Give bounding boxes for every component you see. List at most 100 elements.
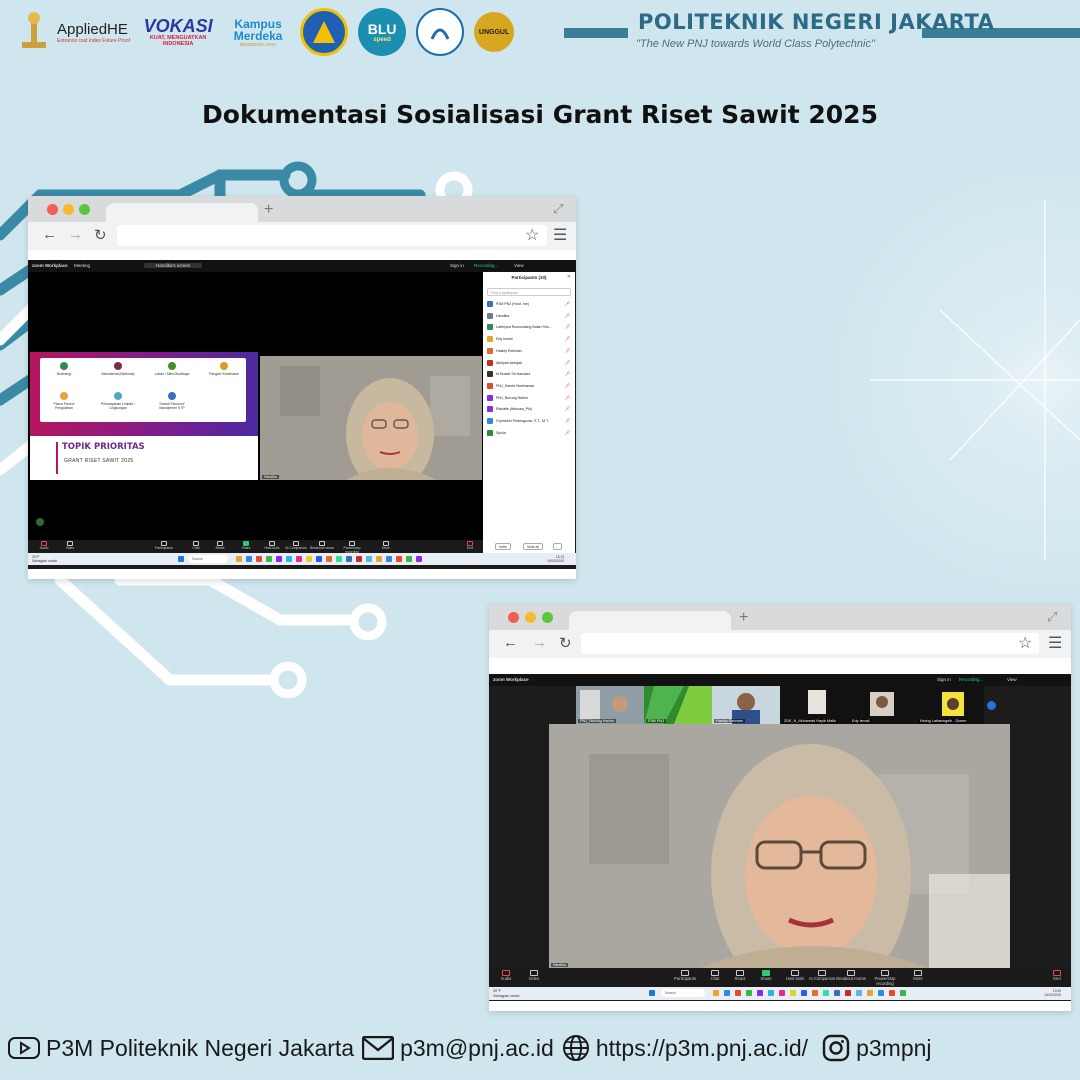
app-icon[interactable] [801,990,807,996]
participant-row[interactable]: Handika 🎤︎ [487,312,571,322]
screen-share-label[interactable]: Handika's screen [144,263,203,268]
toolbar-breakout-rooms-button[interactable]: Breakout rooms [310,541,334,550]
participant-row[interactable]: Edy Ismail 🎤︎ [487,335,571,345]
toolbar-ai-companion-button[interactable]: AI Companion [807,970,837,981]
app-icon[interactable] [376,556,382,562]
reaction-icon[interactable] [36,518,44,526]
muted-mic-icon[interactable]: 🎤︎ [565,405,570,413]
app-icon[interactable] [713,990,719,996]
muted-mic-icon[interactable]: 🎤︎ [565,359,570,367]
app-icon[interactable] [900,990,906,996]
toolbar-share-button[interactable]: Share [234,541,258,550]
muted-mic-icon[interactable]: 🎤︎ [565,394,570,402]
maximize-dot[interactable] [542,612,553,623]
thumbnail-tile[interactable]: Edy Ismail [848,686,916,724]
toolbar-chat-button[interactable]: Chat [184,541,208,550]
app-icon[interactable] [316,556,322,562]
browser-tab[interactable] [106,203,258,222]
app-icon[interactable] [834,990,840,996]
app-icon[interactable] [735,990,741,996]
toolbar-video-button[interactable]: Video [519,970,549,981]
toolbar-breakout-rooms-button[interactable]: Breakout rooms [836,970,866,981]
back-icon[interactable]: ← [503,634,518,651]
youtube-contact[interactable]: P3M Politeknik Negeri Jakarta [8,1035,354,1062]
muted-mic-icon[interactable]: 🎤︎ [565,335,570,343]
thumbnail-tile[interactable]: Hasbiy Rahman [712,686,780,724]
app-icon[interactable] [856,990,862,996]
app-icon[interactable] [790,990,796,996]
new-tab-icon[interactable]: + [739,609,748,627]
recording-status[interactable]: Recording... [959,677,983,682]
toolbar-more-button[interactable]: More [903,970,933,981]
email-contact[interactable]: p3m@pnj.ac.id [362,1035,554,1062]
close-dot[interactable] [47,204,58,215]
app-icon[interactable] [366,556,372,562]
recording-status[interactable]: Recording... [474,263,498,268]
thumbnail-tile[interactable]: Nining Latianingsih - Dosen [916,686,984,724]
taskbar-search[interactable]: Search [661,989,705,997]
more-options-button[interactable]: ... [553,543,562,550]
app-icon[interactable] [823,990,829,996]
app-icon[interactable] [845,990,851,996]
weather-widget[interactable]: 30°F Sebagian cerah [32,555,57,563]
forward-icon[interactable]: → [68,226,83,243]
website-contact[interactable]: https://p3m.pnj.ac.id/ [562,1034,808,1062]
muted-mic-icon[interactable]: 🎤︎ [565,323,570,331]
participant-row[interactable]: Risballe (Ibbusan_Pki) 🎤︎ [487,405,571,415]
sign-in-link[interactable]: Sign in [450,263,464,268]
participant-row[interactable]: Hasbiy Rahman 🎤︎ [487,347,571,357]
muted-mic-icon[interactable]: 🎤︎ [565,382,570,390]
participant-row[interactable]: Sylvia 🎤︎ [487,429,571,439]
bookmark-star-icon[interactable]: ☆ [525,225,539,245]
muted-mic-icon[interactable]: 🎤︎ [565,300,570,308]
taskbar-clock[interactable]: 13:13 04/02/2025 [540,555,564,563]
app-icon[interactable] [889,990,895,996]
participant-row[interactable]: Akbiyah Akbiyah 🎤︎ [487,359,571,369]
new-tab-icon[interactable]: + [264,201,273,219]
app-icon[interactable] [286,556,292,562]
app-icon[interactable] [326,556,332,562]
app-icon[interactable] [878,990,884,996]
reload-icon[interactable]: ↻ [94,226,107,244]
toolbar-audio-button[interactable]: Audio [32,541,56,550]
muted-mic-icon[interactable]: 🎤︎ [565,347,570,355]
toolbar-ai-companion-button[interactable]: AI Companion [284,541,308,550]
close-dot[interactable] [508,612,519,623]
toolbar-audio-button[interactable]: Audio [491,970,521,981]
muted-mic-icon[interactable]: 🎤︎ [565,417,570,425]
app-icon[interactable] [336,556,342,562]
app-icon[interactable] [746,990,752,996]
app-icon[interactable] [406,556,412,562]
app-icon[interactable] [346,556,352,562]
sign-in-link[interactable]: Sign in [937,677,951,682]
participant-row[interactable]: PNJ_Nurung Hariho 🎤︎ [487,394,571,404]
muted-mic-icon[interactable]: 🎤︎ [565,429,570,437]
browser-tab[interactable] [569,611,731,630]
start-icon[interactable] [649,990,655,996]
participant-row[interactable]: M Kuade Sri Handani 🎤︎ [487,370,571,380]
minimize-dot[interactable] [63,204,74,215]
app-icon[interactable] [256,556,262,562]
meeting-label[interactable]: Meeting [74,263,90,268]
app-icon[interactable] [276,556,282,562]
thumbnail-tile[interactable]: 2DE_N_Muhamad Hayib Malik [780,686,848,724]
toolbar-end-button[interactable]: End [458,541,482,550]
close-panel-icon[interactable]: ✕ [567,274,571,280]
toolbar-share-button[interactable]: Share [751,970,781,981]
toolbar-participants-button[interactable]: Participants [152,541,176,550]
toolbar-more-button[interactable]: More [374,541,398,550]
participant-row[interactable]: Grymestri Pertengozar, S.T., M.T. 🎤︎ [487,417,571,427]
app-icon[interactable] [386,556,392,562]
thumbnail-tile[interactable]: PNJ_Nurung Hariho [576,686,644,724]
instagram-contact[interactable]: p3mpnj [822,1034,932,1062]
app-icon[interactable] [779,990,785,996]
app-icon[interactable] [416,556,422,562]
participant-row[interactable]: PNJ_Hande Nurrhaman 🎤︎ [487,382,571,392]
muted-mic-icon[interactable]: 🎤︎ [565,370,570,378]
view-menu[interactable]: View [514,263,524,268]
reload-icon[interactable]: ↻ [559,634,572,652]
app-icon[interactable] [356,556,362,562]
menu-icon[interactable]: ☰ [1048,633,1062,653]
app-icon[interactable] [246,556,252,562]
toolbar-pause-stop-recording-button[interactable]: Pause/stop recording [870,970,900,986]
